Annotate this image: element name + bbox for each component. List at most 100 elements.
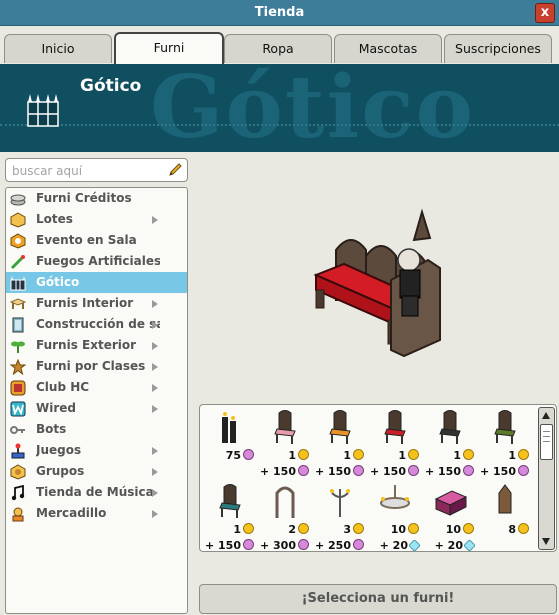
credit-icon <box>408 523 419 534</box>
product-item[interactable]: 2 + 300 <box>257 483 311 552</box>
price-label: 8 <box>508 523 529 536</box>
nav-item-label: Furni por Clases <box>36 359 146 373</box>
credit-icon <box>298 449 309 460</box>
banner-divider <box>0 124 559 128</box>
price-label: + 250 <box>314 539 364 552</box>
nav-item[interactable]: Construcción de sala <box>6 314 187 335</box>
product-item[interactable]: 1 + 150 <box>422 409 476 481</box>
chevron-right-icon[interactable] <box>152 489 158 497</box>
price-label: + 150 <box>204 539 254 552</box>
nav-item[interactable]: Grupos <box>6 461 187 482</box>
product-item[interactable]: 1 + 150 <box>477 409 531 481</box>
price-value: 1 <box>233 523 241 536</box>
nav-item[interactable]: Club HC <box>6 377 187 398</box>
chevron-right-icon[interactable] <box>152 216 158 224</box>
nav-item[interactable]: Furnis Exterior <box>6 335 187 356</box>
chevron-right-icon[interactable] <box>152 363 158 371</box>
scroll-up-icon[interactable] <box>542 412 550 419</box>
firework-icon <box>10 254 26 270</box>
nav-item-label: Juegos <box>36 443 82 457</box>
chair-orange-icon <box>320 409 360 445</box>
ducket-icon <box>353 539 364 550</box>
credit-icon <box>353 523 364 534</box>
scroll-down-icon[interactable] <box>542 538 550 545</box>
hc-icon <box>10 380 26 396</box>
chevron-right-icon[interactable] <box>152 342 158 350</box>
product-item[interactable]: 1 + 150 <box>312 409 366 481</box>
coins-icon <box>10 191 26 207</box>
price-label: 1 <box>233 523 254 536</box>
price-label: 2 <box>288 523 309 536</box>
nav-item-label: Bots <box>36 422 67 436</box>
window-titlebar[interactable]: Tienda x <box>0 0 559 26</box>
product-item[interactable]: 1 + 150 <box>367 409 421 481</box>
chevron-right-icon[interactable] <box>152 468 158 476</box>
credit-icon <box>463 449 474 460</box>
price-value: + 300 <box>259 539 296 552</box>
nav-item[interactable]: Furni por Clases <box>6 356 187 377</box>
nav-item[interactable]: Juegos <box>6 440 187 461</box>
pencil-icon[interactable] <box>167 162 183 182</box>
nav-item[interactable]: Furnis Interior <box>6 293 187 314</box>
chevron-right-icon[interactable] <box>152 300 158 308</box>
chevron-right-icon[interactable] <box>152 510 158 518</box>
tab-suscripciones[interactable]: Suscripciones <box>444 34 552 63</box>
tab-furni[interactable]: Furni <box>114 32 224 64</box>
nav-item[interactable]: Furni Créditos <box>6 188 187 209</box>
search-input[interactable] <box>10 161 164 180</box>
price-value: 1 <box>508 449 516 462</box>
nav-item[interactable]: Lotes <box>6 209 187 230</box>
nav-item-label: Wired <box>36 401 76 415</box>
nav-item[interactable]: Evento en Sala <box>6 230 187 251</box>
price-label: 1 <box>343 449 364 462</box>
tab-inicio[interactable]: Inicio <box>4 34 112 63</box>
price-label: 3 <box>343 523 364 536</box>
price-value: + 150 <box>424 465 461 478</box>
price-value: 3 <box>343 523 351 536</box>
lantern-icon <box>485 483 525 519</box>
price-label: + 150 <box>260 465 309 478</box>
ducket-icon <box>298 465 309 476</box>
table-icon <box>9 296 27 312</box>
candelabra-icon <box>320 483 360 519</box>
nav-item[interactable]: Mercadillo <box>6 503 187 524</box>
nav-item[interactable]: Wired <box>6 398 187 419</box>
key-icon <box>10 422 26 438</box>
category-list: Furni Créditos Lotes Evento en Sala Fuegos … <box>5 187 188 614</box>
tab-ropa[interactable]: Ropa <box>224 34 332 63</box>
nav-item[interactable]: Gótico <box>6 272 187 293</box>
nav-item[interactable]: Tienda de Música <box>6 482 187 503</box>
price-label: + 20 <box>434 539 476 552</box>
nav-item-label: Construcción de sala <box>36 317 160 331</box>
price-value: + 250 <box>314 539 351 552</box>
chevron-right-icon[interactable] <box>152 447 158 455</box>
product-item[interactable]: 10 + 20 <box>422 483 476 552</box>
tab-mascotas[interactable]: Mascotas <box>334 34 442 63</box>
product-item[interactable]: 1 + 150 <box>202 483 256 552</box>
search-box[interactable] <box>5 158 188 182</box>
product-item[interactable]: 3 + 250 <box>312 483 366 552</box>
price-label: 1 <box>508 449 529 462</box>
chevron-right-icon[interactable] <box>152 384 158 392</box>
price-value: + 150 <box>204 539 241 552</box>
close-button[interactable]: x <box>535 3 555 23</box>
nav-item-label: Grupos <box>36 464 85 478</box>
chevron-right-icon[interactable] <box>152 405 158 413</box>
product-item[interactable]: 1 + 150 <box>257 409 311 481</box>
select-furni-button[interactable]: ¡Selecciona un furni! <box>199 584 557 614</box>
nav-item-label: Furni Créditos <box>36 191 132 205</box>
price-value: + 20 <box>434 539 463 552</box>
chevron-right-icon[interactable] <box>152 321 158 329</box>
price-value: + 20 <box>379 539 408 552</box>
box-icon <box>10 212 26 228</box>
diamond-icon <box>408 539 421 551</box>
product-scrollbar[interactable] <box>538 407 555 550</box>
product-item[interactable]: 10 + 20 <box>367 483 421 552</box>
nav-item[interactable]: Fuegos Artificiales <box>6 251 187 272</box>
scroll-thumb[interactable] <box>540 424 553 460</box>
product-item[interactable]: 8 <box>477 483 531 551</box>
music-note-icon <box>10 484 26 501</box>
product-item[interactable]: 75 <box>202 409 256 481</box>
nav-item[interactable]: Bots <box>6 419 187 440</box>
price-value: + 150 <box>369 465 406 478</box>
